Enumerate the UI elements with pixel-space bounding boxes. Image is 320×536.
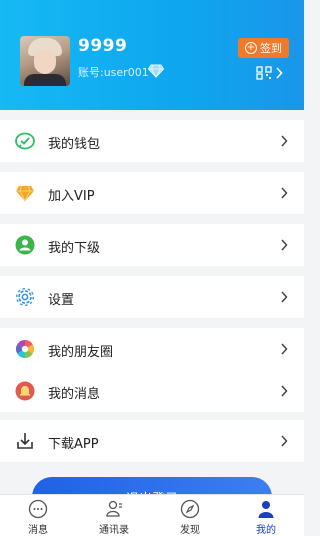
tab-label: 消息 bbox=[28, 525, 48, 536]
menu-item-moments[interactable]: 我的朋友圈 bbox=[0, 328, 304, 370]
menu-label: 我的消息 bbox=[48, 387, 101, 402]
gear-icon bbox=[15, 287, 35, 307]
menu-group-download: 下载APP bbox=[0, 420, 304, 462]
username: 9999 bbox=[78, 36, 128, 56]
user-icon bbox=[258, 501, 274, 518]
menu-group-wallet: 我的钱包 bbox=[0, 120, 304, 162]
plus-circle-icon: + bbox=[245, 42, 257, 54]
user-circle-icon bbox=[15, 235, 35, 255]
chevron-right-icon bbox=[281, 187, 288, 199]
chevron-right-icon bbox=[281, 385, 288, 397]
bottom-tab-bar: 消息 通讯录 发现 我的 bbox=[0, 494, 304, 536]
menu-group-social: 我的朋友圈 我的消息 bbox=[0, 328, 304, 412]
chevron-right-icon bbox=[276, 67, 283, 79]
qr-code-button[interactable] bbox=[256, 66, 290, 80]
moments-camera-icon bbox=[15, 340, 35, 358]
chevron-right-icon bbox=[281, 135, 288, 147]
menu-label: 我的下级 bbox=[48, 241, 101, 256]
diamond-icon bbox=[148, 64, 164, 78]
contacts-icon bbox=[106, 500, 122, 517]
menu-label: 设置 bbox=[48, 293, 75, 308]
tab-contacts[interactable]: 通讯录 bbox=[76, 495, 152, 536]
menu-group-subordinates: 我的下级 bbox=[0, 224, 304, 266]
profile-header: 9999 账号:user001 + 签到 bbox=[0, 0, 304, 110]
tab-me[interactable]: 我的 bbox=[228, 495, 304, 536]
menu-label: 加入VIP bbox=[48, 189, 95, 204]
avatar[interactable] bbox=[20, 36, 70, 86]
chat-bubble-icon bbox=[28, 499, 48, 519]
tab-label: 通讯录 bbox=[99, 525, 129, 536]
menu-group-vip: 加入VIP bbox=[0, 172, 304, 214]
download-icon bbox=[17, 433, 33, 449]
menu-label: 我的钱包 bbox=[48, 137, 101, 152]
qr-code-icon bbox=[256, 66, 272, 80]
signin-label: 签到 bbox=[260, 42, 282, 55]
menu-item-download[interactable]: 下载APP bbox=[0, 420, 304, 462]
chevron-right-icon bbox=[281, 343, 288, 355]
menu-item-settings[interactable]: 设置 bbox=[0, 276, 304, 318]
menu-label: 我的朋友圈 bbox=[48, 345, 114, 360]
menu-label: 下载APP bbox=[48, 437, 99, 452]
tab-label: 我的 bbox=[256, 525, 276, 536]
menu-item-vip[interactable]: 加入VIP bbox=[0, 172, 304, 214]
account-id: 账号:user001 bbox=[78, 66, 149, 79]
tab-discover[interactable]: 发现 bbox=[152, 495, 228, 536]
chevron-right-icon bbox=[281, 291, 288, 303]
chevron-right-icon bbox=[281, 435, 288, 447]
tab-messages[interactable]: 消息 bbox=[0, 495, 76, 536]
menu-item-subordinates[interactable]: 我的下级 bbox=[0, 224, 304, 266]
tab-label: 发现 bbox=[180, 525, 200, 536]
signin-button[interactable]: + 签到 bbox=[238, 38, 289, 58]
menu-item-wallet[interactable]: 我的钱包 bbox=[0, 120, 304, 162]
menu-item-messages[interactable]: 我的消息 bbox=[0, 370, 304, 412]
message-bell-icon bbox=[15, 381, 35, 401]
compass-icon bbox=[180, 499, 200, 519]
vip-diamond-icon bbox=[16, 185, 34, 203]
wechat-pay-icon bbox=[15, 132, 35, 150]
menu-group-settings: 设置 bbox=[0, 276, 304, 318]
chevron-right-icon bbox=[281, 239, 288, 251]
